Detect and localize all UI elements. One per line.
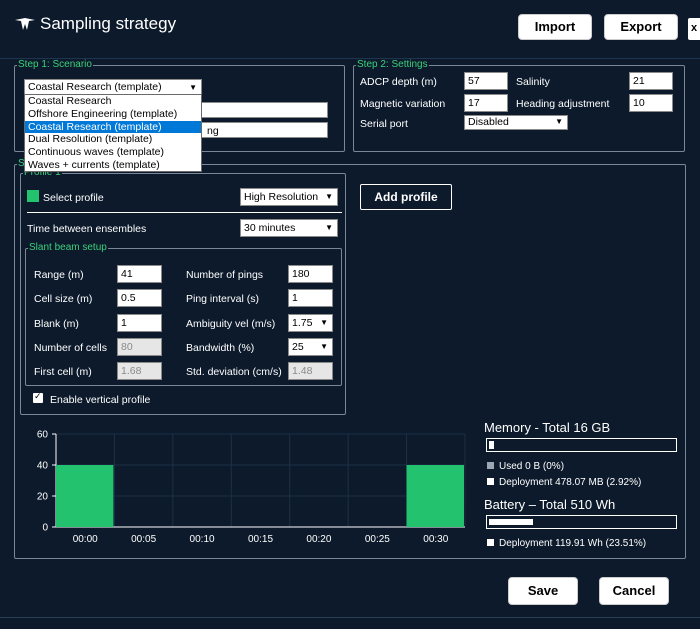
deployment-legend-swatch [487,478,494,485]
scenario-option[interactable]: Continuous waves (template) [25,146,201,159]
chart-y-tick-label: 60 [37,430,49,441]
used-legend-swatch [487,462,494,469]
chart-y-tick-label: 20 [37,492,49,503]
scenario-dropdown-list[interactable]: Coastal Research Offshore Engineering (te… [24,94,202,172]
chart-x-tick-label: 00:10 [190,534,215,545]
chart-x-tick-label: 00:20 [306,534,331,545]
save-button[interactable]: Save [508,577,578,605]
chart-x-tick-label: 00:15 [248,534,273,545]
chart-y-tick-label: 40 [37,461,49,472]
footer-divider [0,617,700,618]
memory-deployment-label: Deployment 478.07 MB (2.92%) [499,477,642,488]
chart-y-tick-label: 0 [42,523,48,534]
battery-deployment-swatch [487,539,494,546]
battery-deployment-fill [489,519,533,525]
memory-title: Memory - Total 16 GB [484,420,611,435]
memory-usage-bar [486,438,677,452]
chart-bar [56,465,114,527]
scenario-option[interactable]: Coastal Research [25,95,201,108]
memory-used-label: Used 0 B (0%) [499,461,565,472]
scenario-option[interactable]: Dual Resolution (template) [25,133,201,146]
chart-x-tick-label: 00:30 [423,534,448,545]
scenario-option[interactable]: Offshore Engineering (template) [25,108,201,121]
chart-bar [406,465,464,527]
cancel-button[interactable]: Cancel [599,577,669,605]
scenario-option[interactable]: Waves + currents (template) [25,159,201,172]
chart-x-tick-label: 00:00 [73,534,98,545]
battery-title: Battery – Total 510 Wh [484,497,616,512]
scenario-option[interactable]: Coastal Research (template) [25,120,201,134]
memory-deployment-fill [489,441,494,449]
battery-deployment-label: Deployment 119.91 Wh (23.51%) [499,538,647,549]
chart-x-tick-label: 00:05 [131,534,156,545]
chart-x-tick-label: 00:25 [365,534,390,545]
battery-usage-bar [486,515,677,529]
